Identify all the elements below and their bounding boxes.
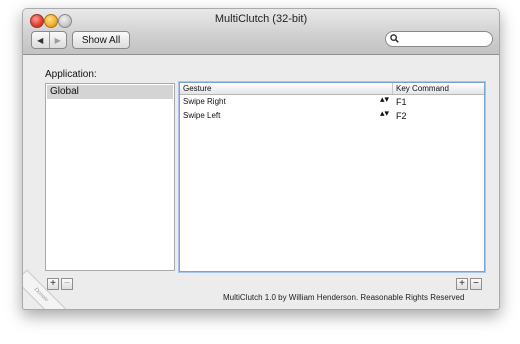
add-gesture-button[interactable]: + bbox=[456, 278, 468, 290]
table-header: Gesture Key Command bbox=[180, 83, 484, 95]
nav-segment: ◀ ▶ bbox=[31, 31, 67, 49]
key-command-cell[interactable]: F1 bbox=[396, 97, 407, 107]
window-title: MultiClutch (32-bit) bbox=[214, 13, 308, 25]
table-row[interactable]: Swipe Right ▴▾ F1 bbox=[180, 95, 484, 109]
gesture-popup-stepper[interactable]: ▴▾ bbox=[380, 95, 389, 104]
gestures-table[interactable]: Gesture Key Command Swipe Right ▴▾ F1 Sw… bbox=[179, 82, 485, 272]
gesture-popup-stepper[interactable]: ▴▾ bbox=[380, 109, 389, 118]
back-arrow-icon[interactable]: ◀ bbox=[32, 32, 50, 48]
application-list[interactable]: Global bbox=[45, 83, 175, 271]
donate-ribbon[interactable]: Donate bbox=[23, 269, 67, 309]
column-divider bbox=[392, 83, 393, 94]
gesture-cell: Swipe Right bbox=[183, 97, 226, 106]
copyright-footer: MultiClutch 1.0 by William Henderson. Re… bbox=[223, 293, 465, 302]
remove-application-button[interactable]: − bbox=[61, 278, 73, 290]
forward-arrow-icon[interactable]: ▶ bbox=[50, 32, 67, 48]
search-icon bbox=[390, 34, 399, 43]
table-row[interactable]: Swipe Left ▴▾ F2 bbox=[180, 109, 484, 123]
preferences-window: MultiClutch (32-bit) ◀ ▶ Show All Applic… bbox=[22, 8, 500, 310]
column-header-key-command[interactable]: Key Command bbox=[396, 84, 449, 93]
gesture-cell: Swipe Left bbox=[183, 111, 221, 120]
column-header-gesture[interactable]: Gesture bbox=[183, 84, 211, 93]
toolbar: MultiClutch (32-bit) ◀ ▶ Show All bbox=[23, 9, 499, 55]
application-label: Application: bbox=[45, 69, 97, 80]
key-command-cell[interactable]: F2 bbox=[396, 111, 407, 121]
search-input[interactable] bbox=[385, 31, 493, 47]
add-application-button[interactable]: + bbox=[47, 278, 59, 290]
list-item-global[interactable]: Global bbox=[47, 85, 173, 99]
remove-gesture-button[interactable]: − bbox=[470, 278, 482, 290]
show-all-button[interactable]: Show All bbox=[72, 31, 130, 49]
